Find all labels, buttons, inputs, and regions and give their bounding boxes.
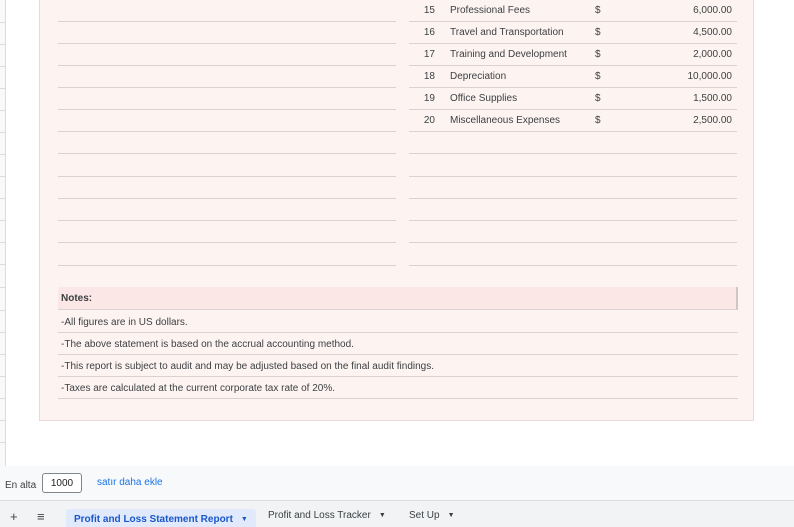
tab-profit-and-loss-tracker[interactable]: Profit and Loss Tracker ▼ [268,510,386,527]
gutter-divider [0,66,6,67]
add-rows-prefix: En alta [5,480,37,491]
note-row[interactable]: -Taxes are calculated at the current cor… [58,377,738,399]
row-number: 20 [423,115,435,126]
gutter-divider [0,154,6,155]
table-row[interactable]: 20 Miscellaneous Expenses $ 2,500.00 [409,110,737,132]
notes-header[interactable]: Notes: [58,287,738,310]
expense-table: 15 Professional Fees $ 6,000.00 16 Trave… [409,0,737,270]
gutter-divider [0,132,6,133]
expense-amount: 6,000.00 [693,5,732,16]
gutter-divider [0,176,6,177]
chevron-down-icon[interactable]: ▼ [448,512,455,519]
gutter-divider [0,398,6,399]
cell-divider [58,43,396,44]
gutter-divider [0,44,6,45]
gutter-divider [0,420,6,421]
cell-divider [409,265,737,266]
table-row[interactable]: 15 Professional Fees $ 6,000.00 [409,0,737,22]
cell-divider [58,176,396,177]
currency-symbol: $ [595,115,601,126]
gutter-divider [0,442,6,443]
note-text: -Taxes are calculated at the current cor… [61,383,336,394]
tab-label: Profit and Loss Tracker [268,510,371,521]
gutter-divider [0,332,6,333]
cell-divider [409,198,737,199]
table-row[interactable]: 19 Office Supplies $ 1,500.00 [409,88,737,110]
note-text: -This report is subject to audit and may… [61,361,435,372]
chevron-down-icon[interactable]: ▼ [379,512,386,519]
table-row[interactable]: 16 Travel and Transportation $ 4,500.00 [409,22,737,44]
gutter-divider [0,264,6,265]
expense-amount: 2,500.00 [693,115,732,126]
tab-label: Profit and Loss Statement Report [74,514,233,525]
cell-divider [58,131,396,132]
currency-symbol: $ [595,27,601,38]
all-sheets-menu-icon[interactable]: ≡ [37,510,45,523]
expense-amount: 10,000.00 [687,71,733,82]
cell-divider [58,87,396,88]
row-number: 19 [423,93,435,104]
chevron-down-icon[interactable]: ▼ [241,516,248,523]
cell-divider [58,198,396,199]
gutter-divider [0,110,6,111]
gutter-divider [0,354,6,355]
currency-symbol: $ [595,71,601,82]
gutter-divider [0,22,6,23]
cell-divider [58,220,396,221]
cell-divider [58,109,396,110]
table-row[interactable]: 17 Training and Development $ 2,000.00 [409,44,737,66]
expense-label: Travel and Transportation [450,27,564,38]
currency-symbol: $ [595,5,601,16]
sheet-tab-bar: + ≡ Profit and Loss Statement Report ▼ Pr… [0,500,794,527]
cell-divider [409,242,737,243]
add-rows-bar: En alta satır daha ekle [0,466,794,500]
left-blank-cells[interactable] [58,0,396,270]
notes-heading: Notes: [61,293,93,304]
cell-divider [58,265,396,266]
gutter-divider [0,376,6,377]
expense-amount: 1,500.00 [693,93,732,104]
expense-amount: 4,500.00 [693,27,732,38]
cell-divider [409,176,737,177]
row-number: 17 [423,49,435,60]
spreadsheet-grid[interactable]: 15 Professional Fees $ 6,000.00 16 Trave… [0,0,794,466]
note-row[interactable]: -The above statement is based on the acc… [58,333,738,355]
row-number: 16 [423,27,435,38]
tab-label: Set Up [409,510,440,521]
gutter-divider [0,220,6,221]
gutter-divider [0,310,6,311]
expense-label: Professional Fees [450,5,531,16]
table-row[interactable]: 18 Depreciation $ 10,000.00 [409,66,737,88]
cell-divider [58,242,396,243]
cell-divider [58,65,396,66]
cell-divider [58,153,396,154]
cell-divider [409,153,737,154]
note-text: -The above statement is based on the acc… [61,339,354,350]
tab-set-up[interactable]: Set Up ▼ [409,510,455,527]
add-rows-link[interactable]: satır daha ekle [97,477,163,488]
expense-label: Office Supplies [450,93,518,104]
cell-divider [58,21,396,22]
gutter-divider [0,88,6,89]
expense-label: Depreciation [450,71,507,82]
add-rows-count-input[interactable] [42,473,82,493]
note-row[interactable]: -This report is subject to audit and may… [58,355,738,377]
cell-divider [409,131,737,132]
gutter-divider [0,242,6,243]
currency-symbol: $ [595,49,601,60]
note-text: -All figures are in US dollars. [61,317,188,328]
row-number: 18 [423,71,435,82]
add-sheet-icon[interactable]: + [10,510,18,523]
note-row[interactable]: -All figures are in US dollars. [58,311,738,333]
expense-label: Miscellaneous Expenses [450,115,561,126]
currency-symbol: $ [595,93,601,104]
gutter-divider [0,287,6,288]
cell-divider [409,220,737,221]
row-number: 15 [423,5,435,16]
tab-profit-and-loss-statement-report[interactable]: Profit and Loss Statement Report ▼ [66,509,256,527]
row-header-gutter[interactable] [0,0,6,466]
expense-label: Training and Development [450,49,567,60]
expense-amount: 2,000.00 [693,49,732,60]
gutter-divider [0,198,6,199]
